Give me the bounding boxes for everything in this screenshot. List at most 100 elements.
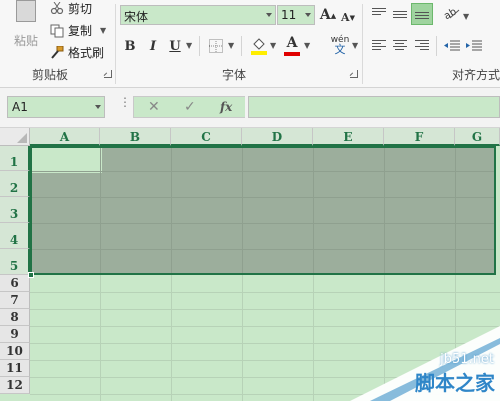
formula-input[interactable] xyxy=(248,96,500,118)
font-launcher-icon[interactable] xyxy=(350,70,358,78)
shrink-font-label: A xyxy=(341,10,350,24)
divider xyxy=(436,36,437,56)
row-header-1[interactable]: 1 xyxy=(0,146,30,171)
row-header-11[interactable]: 11 xyxy=(0,360,30,377)
copy-icon xyxy=(50,24,64,38)
bold-button[interactable]: B xyxy=(122,36,138,56)
column-header-a[interactable]: A xyxy=(30,128,100,146)
format-painter-button[interactable]: 格式刷 xyxy=(50,44,104,61)
row-header-8[interactable]: 8 xyxy=(0,309,30,326)
font-color-button[interactable]: A xyxy=(284,35,300,57)
name-box[interactable]: A1 xyxy=(7,96,105,118)
scissors-icon xyxy=(50,1,64,16)
chevron-down-icon xyxy=(305,13,311,17)
column-header-b[interactable]: B xyxy=(100,128,171,146)
watermark: jb51.net 脚本之家 xyxy=(350,326,500,401)
row-header-7[interactable]: 7 xyxy=(0,292,30,309)
row-header-4[interactable]: 4 xyxy=(0,223,30,249)
chevron-down-icon[interactable]: ▼ xyxy=(270,41,276,50)
paste-icon xyxy=(16,0,36,22)
column-header-c[interactable]: C xyxy=(171,128,242,146)
row-header-9[interactable]: 9 xyxy=(0,326,30,343)
clipboard-group-label: 剪贴板 xyxy=(32,68,69,82)
increase-indent-icon[interactable] xyxy=(466,40,482,55)
font-size-select[interactable]: 11 xyxy=(277,5,315,25)
formula-buttons: ✕ ✓ fx xyxy=(133,96,245,118)
ribbon: 粘贴 剪切 复制 ▼ 格式刷 剪贴板 宋体 11 A ▲ A ▼ B I U ▼… xyxy=(0,0,500,88)
selected-range[interactable] xyxy=(28,146,496,278)
select-all-button[interactable] xyxy=(0,128,30,146)
row-header-12[interactable]: 12 xyxy=(0,377,30,394)
align-left-icon[interactable] xyxy=(372,40,386,52)
chevron-down-icon[interactable]: ▼ xyxy=(463,12,469,21)
active-cell-a1[interactable] xyxy=(32,148,102,173)
underline-button[interactable]: U xyxy=(167,36,183,56)
gridline xyxy=(242,148,243,273)
column-header-d[interactable]: D xyxy=(242,128,313,146)
group-divider xyxy=(115,4,116,84)
gridline xyxy=(32,249,494,250)
gridline xyxy=(32,197,494,198)
watermark-name: 脚本之家 xyxy=(415,371,495,395)
format-painter-label: 格式刷 xyxy=(68,46,105,60)
cancel-icon[interactable]: ✕ xyxy=(148,99,160,115)
row-header-10[interactable]: 10 xyxy=(0,343,30,360)
phonetic-guide-button[interactable]: wén 文 xyxy=(330,35,350,57)
row-header-2[interactable]: 2 xyxy=(0,171,30,197)
copy-label: 复制 xyxy=(68,24,93,38)
align-center-icon[interactable] xyxy=(393,40,407,52)
chevron-down-icon[interactable]: ▼ xyxy=(228,41,234,50)
cut-label: 剪切 xyxy=(68,2,93,16)
shrink-font-button[interactable]: A ▼ xyxy=(340,7,356,27)
fill-handle[interactable] xyxy=(28,272,34,278)
grow-font-button[interactable]: A ▲ xyxy=(320,5,336,25)
gridline xyxy=(313,148,314,273)
row-header-3[interactable]: 3 xyxy=(0,197,30,223)
column-header-e[interactable]: E xyxy=(313,128,384,146)
clipboard-launcher-icon[interactable] xyxy=(104,70,112,78)
italic-label: I xyxy=(149,38,157,54)
paste-button[interactable]: 粘贴 xyxy=(6,0,44,56)
chevron-down-icon[interactable]: ▼ xyxy=(186,41,192,50)
enter-icon[interactable]: ✓ xyxy=(184,99,196,115)
top-align-icon[interactable] xyxy=(372,8,386,17)
gridline xyxy=(455,148,456,273)
chevron-down-icon[interactable]: ▼ xyxy=(304,41,310,50)
orientation-icon[interactable]: ab xyxy=(442,6,460,23)
chevron-down-icon: ▼ xyxy=(100,26,107,35)
gridline xyxy=(32,171,494,172)
chevron-down-icon xyxy=(95,105,101,109)
insert-function-icon[interactable]: fx xyxy=(220,100,232,114)
column-header-g[interactable]: G xyxy=(455,128,500,146)
grow-font-label: A xyxy=(319,7,331,23)
formula-bar: A1 ⋮ ✕ ✓ fx xyxy=(0,88,500,128)
italic-button[interactable]: I xyxy=(145,36,161,56)
underline-label: U xyxy=(169,38,181,54)
cut-button[interactable]: 剪切 xyxy=(50,0,92,17)
row-header-5[interactable]: 5 xyxy=(0,249,30,275)
font-name-select[interactable]: 宋体 xyxy=(120,5,276,25)
column-header-f[interactable]: F xyxy=(384,128,455,146)
bold-label: B xyxy=(124,38,136,54)
align-right-icon[interactable] xyxy=(415,40,429,52)
brush-icon xyxy=(50,45,64,60)
divider xyxy=(241,36,242,56)
font-size-value: 11 xyxy=(281,8,297,22)
paint-bucket-icon xyxy=(251,38,267,55)
font-color-bar xyxy=(284,52,300,56)
phonetic-char-label: 文 xyxy=(334,43,346,56)
borders-icon[interactable] xyxy=(209,39,223,53)
copy-button[interactable]: 复制 ▼ xyxy=(50,22,106,39)
decrease-indent-icon[interactable] xyxy=(444,40,460,55)
middle-align-icon[interactable] xyxy=(393,11,407,20)
font-group-label: 字体 xyxy=(222,68,247,82)
paste-label: 粘贴 xyxy=(14,34,39,48)
gridline xyxy=(30,309,500,310)
fill-color-button[interactable] xyxy=(250,36,268,56)
gridline xyxy=(171,148,172,273)
chevron-down-icon[interactable]: ▼ xyxy=(352,41,358,50)
row-header-6[interactable]: 6 xyxy=(0,275,30,292)
gridline xyxy=(30,292,500,293)
chevron-down-icon xyxy=(266,13,272,17)
more-options-icon[interactable]: ⋮ xyxy=(119,96,131,108)
